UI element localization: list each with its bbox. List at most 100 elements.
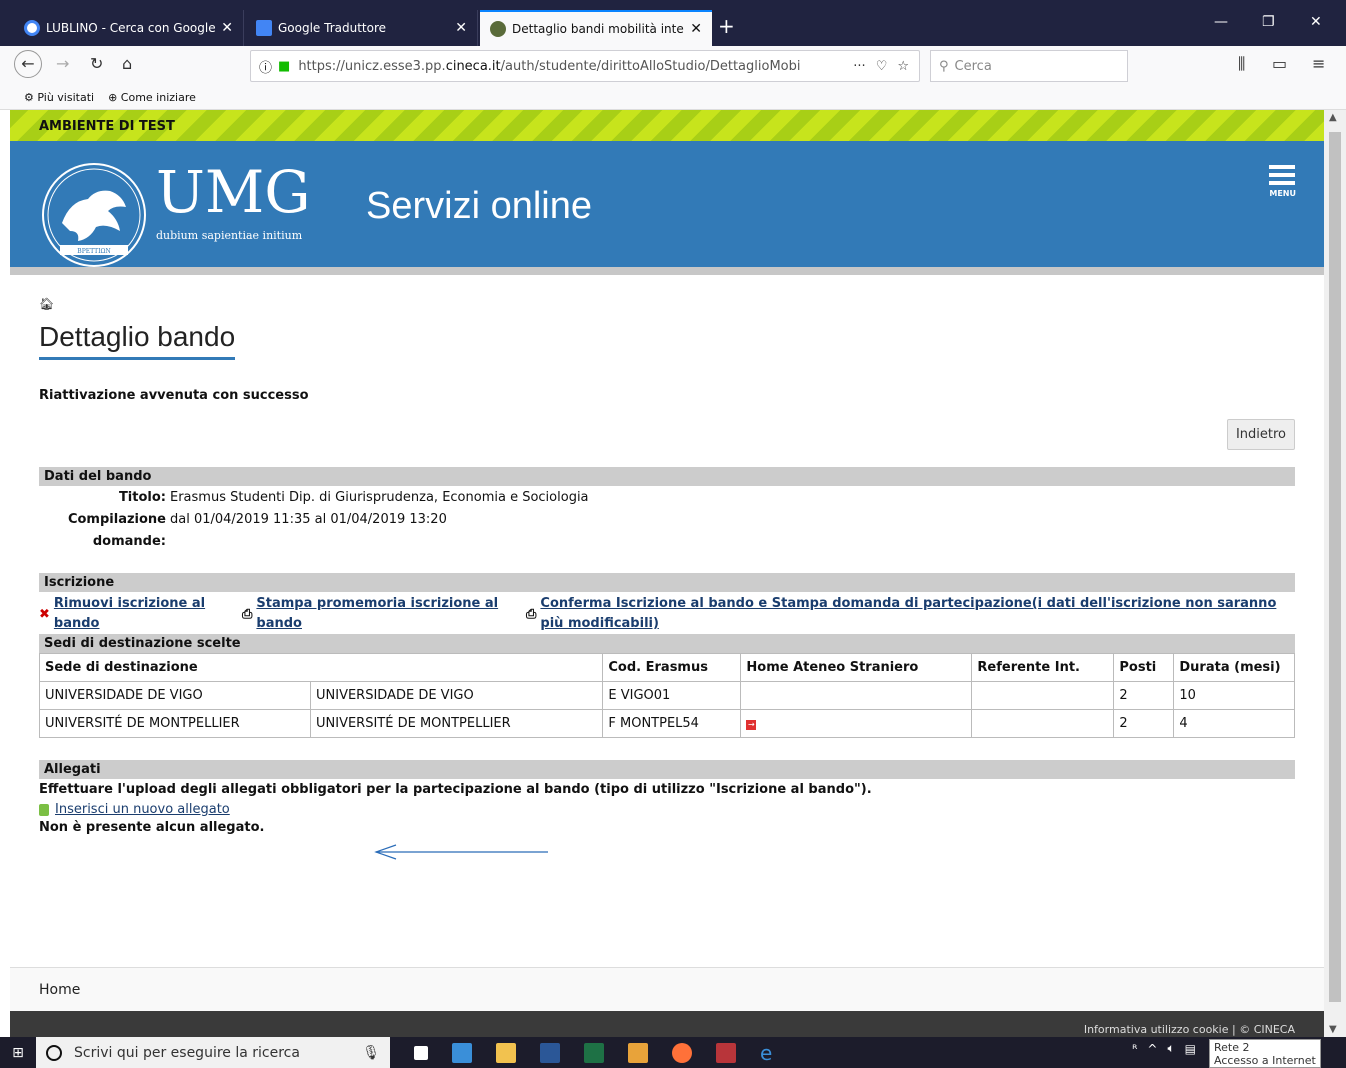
restore-icon[interactable]: ❐ bbox=[1262, 14, 1275, 30]
reload-icon[interactable]: ↻ bbox=[90, 54, 103, 73]
task-view-icon[interactable] bbox=[414, 1045, 428, 1060]
microphone-icon[interactable]: 🎙︎ bbox=[362, 1045, 380, 1061]
taskbar-apps: e bbox=[414, 1042, 780, 1063]
stampa-link-text[interactable]: Stampa promemoria iscrizione al bando bbox=[256, 594, 498, 634]
footer-info[interactable]: Informativa utilizzo cookie | © CINECA bbox=[10, 1011, 1324, 1037]
table-row: UNIVERSIDADE DE VIGO UNIVERSIDADE DE VIG… bbox=[39, 681, 1295, 710]
stampa-promemoria-link[interactable]: ⎙ Stampa promemoria iscrizione al bando bbox=[242, 594, 526, 634]
conferma-iscrizione-link[interactable]: ⎙ Conferma Iscrizione al bando e Stampa … bbox=[526, 594, 1295, 634]
sedi-table: Sede di destinazione Cod. Erasmus Home A… bbox=[38, 653, 1295, 738]
firefox-icon[interactable] bbox=[672, 1042, 692, 1063]
logo-motto: dubium sapientiae initium bbox=[156, 229, 303, 242]
table-cell: F MONTPEL54 bbox=[602, 709, 742, 738]
section-title: Iscrizione bbox=[39, 573, 1295, 592]
pocket-icon[interactable]: ♡ bbox=[876, 59, 888, 74]
bookmark-come-iniziare[interactable]: ⊕ Come iniziare bbox=[108, 91, 196, 104]
add-allegato-link[interactable]: Inserisci un nuovo allegato bbox=[39, 802, 1295, 817]
taskbar-search-placeholder: Scrivi qui per eseguire la ricerca bbox=[74, 1044, 300, 1061]
cortana-icon bbox=[46, 1044, 62, 1061]
info-icon[interactable]: ⓘ bbox=[259, 57, 272, 76]
people-icon[interactable]: ᴿ bbox=[1132, 1042, 1137, 1056]
app-icon[interactable] bbox=[716, 1042, 736, 1063]
bookmark-star-icon[interactable]: ☆ bbox=[897, 59, 909, 74]
back-arrow-icon[interactable]: ← bbox=[14, 50, 42, 78]
conferma-link-text[interactable]: Conferma Iscrizione al bando e Stampa do… bbox=[540, 594, 1276, 634]
iscrizione-section: Iscrizione ✖ Rimuovi iscrizione al bando … bbox=[39, 573, 1295, 634]
site-title: Servizi online bbox=[366, 185, 592, 227]
scroll-down-icon[interactable]: ▼ bbox=[1329, 1024, 1337, 1035]
table-cell: E VIGO01 bbox=[602, 681, 742, 710]
tab-google-translate[interactable]: Google Traduttore ✕ bbox=[246, 10, 478, 46]
network-icon[interactable]: ▤ bbox=[1185, 1042, 1196, 1056]
titolo-row: Titolo: Erasmus Studenti Dip. di Giurisp… bbox=[39, 487, 1295, 509]
table-cell: 2 bbox=[1113, 681, 1175, 710]
scrollbar-thumb[interactable] bbox=[1329, 132, 1341, 1002]
university-seal-logo[interactable]: ΒΡΕΤΤΙΩΝ bbox=[40, 161, 148, 269]
minimize-icon[interactable]: — bbox=[1214, 14, 1228, 30]
word-icon[interactable] bbox=[540, 1042, 560, 1063]
external-link-icon[interactable]: → bbox=[746, 720, 757, 730]
add-allegato-text[interactable]: Inserisci un nuovo allegato bbox=[55, 802, 230, 817]
rimuovi-link-text[interactable]: Rimuovi iscrizione al bando bbox=[54, 594, 205, 634]
search-input[interactable]: ⚲ Cerca bbox=[930, 50, 1128, 82]
table-cell bbox=[740, 681, 973, 710]
tooltip-line: Accesso a Internet bbox=[1214, 1054, 1316, 1067]
taskbar-search-input[interactable]: Scrivi qui per eseguire la ricerca 🎙︎ bbox=[36, 1037, 390, 1068]
new-tab-button[interactable]: + bbox=[718, 14, 735, 38]
column-header: Cod. Erasmus bbox=[602, 653, 742, 682]
window-close-icon[interactable]: ✕ bbox=[1310, 14, 1322, 30]
gear-icon: ⚙ bbox=[24, 91, 34, 104]
search-icon: ⚲ bbox=[939, 58, 949, 74]
library-icon[interactable]: ⫼ bbox=[1238, 54, 1245, 74]
close-icon[interactable]: ✕ bbox=[690, 21, 702, 37]
allegati-instruction: Effettuare l'upload degli allegati obbli… bbox=[39, 782, 872, 797]
windows-taskbar: ⊞ Scrivi qui per eseguire la ricerca 🎙︎ … bbox=[0, 1037, 1346, 1068]
site-header: ΒΡΕΤΤΙΩΝ UMG dubium sapientiae initium S… bbox=[10, 141, 1324, 275]
table-cell: 2 bbox=[1113, 709, 1175, 738]
dati-bando-section: Dati del bando Titolo: Erasmus Studenti … bbox=[39, 467, 1295, 553]
ie-icon[interactable]: e bbox=[760, 1043, 780, 1063]
rimuovi-iscrizione-link[interactable]: ✖ Rimuovi iscrizione al bando bbox=[39, 594, 242, 634]
tab-dettaglio-bandi[interactable]: Dettaglio bandi mobilità interna ✕ bbox=[480, 10, 712, 46]
footer-home-link[interactable]: Home bbox=[10, 967, 1324, 1011]
sidebar-icon[interactable]: ▭ bbox=[1272, 54, 1287, 73]
section-title: Sedi di destinazione scelte bbox=[39, 634, 1295, 653]
volume-muted-icon[interactable]: 🔈︎ bbox=[1167, 1041, 1174, 1056]
network-tooltip: Rete 2 Accesso a Internet bbox=[1209, 1039, 1321, 1068]
browser-tab-bar: LUBLINO - Cerca con Google ✕ Google Trad… bbox=[0, 0, 1346, 46]
column-header: Referente Int. bbox=[971, 653, 1115, 682]
printer-icon: ⎙ bbox=[526, 606, 537, 622]
scroll-up-icon[interactable]: ▲ bbox=[1329, 112, 1337, 123]
close-icon[interactable]: ✕ bbox=[455, 20, 467, 36]
lock-icon: ■ bbox=[278, 58, 291, 74]
table-cell: 4 bbox=[1173, 709, 1295, 738]
home-icon[interactable]: ⌂ bbox=[122, 54, 132, 73]
outlook-icon[interactable] bbox=[628, 1042, 648, 1063]
tray-expand-icon[interactable]: ^ bbox=[1147, 1042, 1157, 1056]
menu-button[interactable]: MENU bbox=[1269, 165, 1296, 198]
page-title: Dettaglio bando bbox=[39, 321, 236, 360]
annotation-arrow bbox=[374, 844, 548, 860]
windows-start-icon[interactable]: ⊞ bbox=[0, 1045, 36, 1061]
no-allegati-message: Non è presente alcun allegato. bbox=[39, 820, 265, 835]
page-actions-icon[interactable]: ··· bbox=[853, 59, 865, 74]
back-button[interactable]: Indietro bbox=[1226, 419, 1295, 450]
sedi-section: Sedi di destinazione scelte Sede di dest… bbox=[38, 634, 1295, 738]
explorer-icon[interactable] bbox=[496, 1042, 516, 1063]
store-icon[interactable] bbox=[452, 1042, 472, 1063]
field-label: Compilazione domande: bbox=[67, 512, 166, 549]
excel-icon[interactable] bbox=[584, 1042, 604, 1063]
close-icon[interactable]: ✕ bbox=[221, 20, 233, 36]
page-scrollbar[interactable]: ▲ ▼ bbox=[1324, 110, 1346, 1037]
url-bar[interactable]: ⓘ ■ https://unicz.esse3.pp.cineca.it/aut… bbox=[250, 50, 920, 82]
seal-text: ΒΡΕΤΤΙΩΝ bbox=[77, 248, 110, 255]
tab-title: LUBLINO - Cerca con Google bbox=[46, 21, 216, 35]
hamburger-menu-icon[interactable]: ≡ bbox=[1312, 54, 1325, 73]
breadcrumb-home-icon[interactable]: 🏠︎ bbox=[39, 297, 1295, 311]
bookmark-piu-visitati[interactable]: ⚙ Più visitati bbox=[24, 91, 94, 104]
allegati-section: Allegati Effettuare l'upload degli alleg… bbox=[39, 760, 1295, 835]
forward-arrow-icon[interactable]: → bbox=[56, 54, 69, 73]
remove-user-icon: ✖ bbox=[39, 606, 50, 622]
table-row: UNIVERSITÉ DE MONTPELLIER UNIVERSITÉ DE … bbox=[39, 709, 1295, 738]
tab-google-search[interactable]: LUBLINO - Cerca con Google ✕ bbox=[14, 10, 244, 46]
